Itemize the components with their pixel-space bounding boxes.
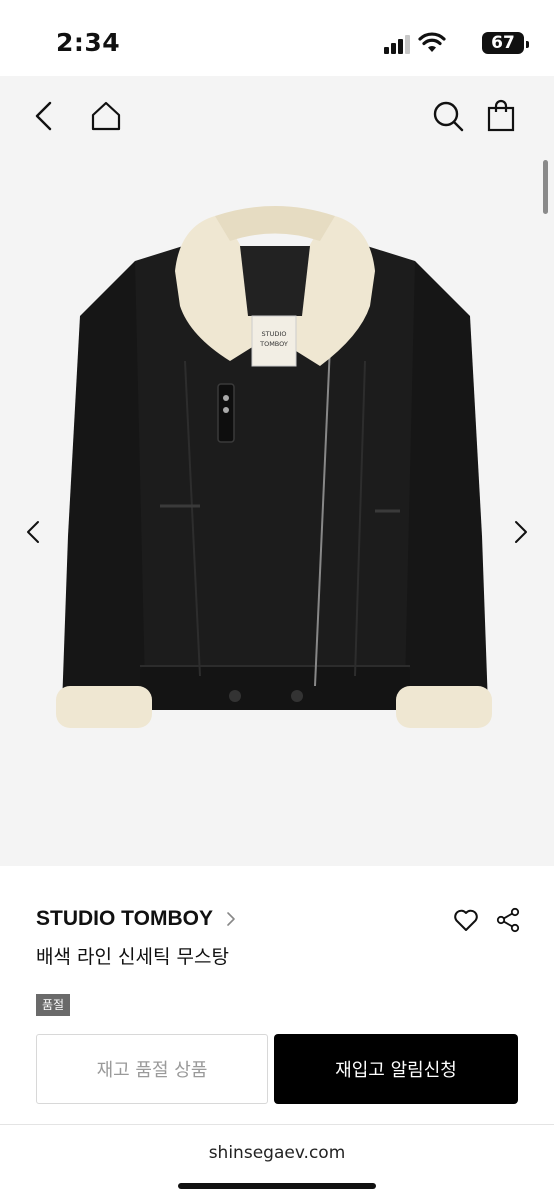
battery-level: 67 [491, 33, 515, 53]
gallery-prev-button[interactable] [18, 512, 48, 552]
product-info: STUDIO TOMBOY 배색 라인 신세틱 무스탕 품절 재고 품절 상품 … [0, 866, 554, 1124]
status-icons: 67 [374, 30, 529, 58]
wifi-icon [418, 32, 446, 52]
battery-nub [526, 41, 529, 48]
product-image-gallery[interactable]: STUDIO TOMBOY [0, 156, 554, 919]
home-indicator[interactable] [178, 1183, 376, 1189]
top-navigation [0, 76, 554, 156]
signal-icon [384, 35, 410, 54]
brand-name: STUDIO TOMBOY [36, 907, 213, 930]
status-time: 2:34 [56, 28, 121, 57]
restock-alert-button[interactable]: 재입고 알림신청 [274, 1034, 518, 1104]
svg-text:TOMBOY: TOMBOY [259, 340, 288, 348]
back-button[interactable] [24, 96, 64, 136]
chevron-right-icon [515, 521, 527, 543]
status-bar: 2:34 67 [0, 0, 554, 76]
chevron-left-icon [27, 521, 39, 543]
home-button[interactable] [86, 96, 126, 136]
url-text: shinsegaev.com [208, 1143, 346, 1163]
browser-address-bar[interactable]: shinsegaev.com [0, 1124, 554, 1200]
heart-icon[interactable] [452, 906, 480, 934]
sold-out-label: 재고 품절 상품 [96, 1060, 208, 1081]
gallery-next-button[interactable] [506, 512, 536, 552]
restock-alert-label: 재입고 알림신청 [335, 1060, 457, 1081]
back-arrow-icon [35, 101, 52, 131]
brand-link[interactable]: STUDIO TOMBOY [36, 906, 237, 932]
product-title: 배색 라인 신세틱 무스탕 [36, 946, 229, 968]
chevron-right-icon [227, 912, 235, 926]
share-icon[interactable] [494, 906, 522, 934]
garment-label-text: STUDIO [262, 330, 287, 338]
home-icon [91, 101, 121, 131]
shopping-bag-icon [487, 99, 515, 132]
sold-out-badge: 품절 [36, 994, 71, 1016]
search-icon [433, 101, 464, 132]
cart-button[interactable] [481, 96, 521, 136]
search-button[interactable] [428, 96, 468, 136]
product-image: STUDIO TOMBOY [56, 206, 492, 728]
sold-out-button: 재고 품절 상품 [36, 1034, 268, 1104]
battery-indicator: 67 [482, 32, 529, 54]
